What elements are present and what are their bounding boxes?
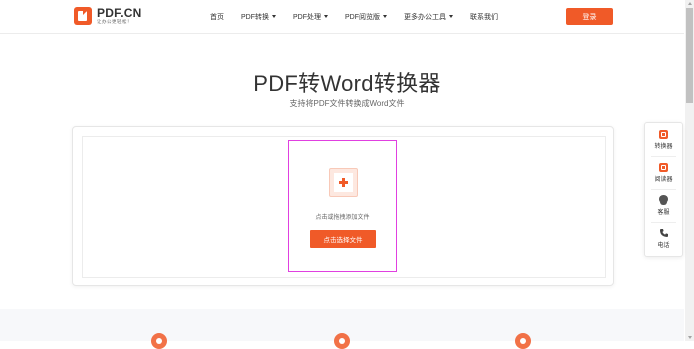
- converter-icon: [659, 129, 668, 139]
- scroll-down-icon[interactable]: [688, 336, 692, 339]
- feature-icon: [334, 333, 350, 349]
- float-item-customer-service[interactable]: 客服: [645, 189, 682, 222]
- site-logo[interactable]: PDF.CN 让办公更轻松！: [74, 7, 142, 25]
- page-title: PDF转Word转换器: [253, 71, 441, 96]
- phone-icon: [659, 229, 668, 237]
- main-nav: 首页 PDF转换 PDF处理 PDF阅览版 更多办公工具 联系我们: [210, 0, 515, 33]
- customer-service-icon: [659, 195, 668, 205]
- nav-item-contact[interactable]: 联系我们: [470, 12, 498, 22]
- drop-hint: 点击或拖拽添加文件: [315, 215, 370, 221]
- file-drop-zone[interactable]: 点击或拖拽添加文件 点击选择文件: [288, 140, 397, 272]
- feature-icon: [151, 333, 167, 349]
- caret-down-icon: [383, 15, 387, 18]
- logo-slogan: 让办公更轻松！: [97, 19, 132, 25]
- float-item-reader[interactable]: 阅读器: [645, 156, 682, 189]
- nav-item-more-tools[interactable]: 更多办公工具: [404, 12, 453, 22]
- page-scrollbar[interactable]: [685, 0, 694, 341]
- logo-name: PDF.CN: [97, 6, 142, 21]
- upload-area: 点击或拖拽添加文件 点击选择文件: [82, 136, 606, 278]
- feature-icon: [515, 333, 531, 349]
- side-float-bar: 转换器 阅读器 客服 电话: [644, 122, 683, 257]
- nav-item-pdf-reader[interactable]: PDF阅览版: [345, 12, 387, 22]
- top-header: PDF.CN 让办公更轻松！ 首页 PDF转换 PDF处理 PDF阅览版 更多办…: [0, 0, 684, 34]
- page-subtitle: 支持将PDF文件转换成Word文件: [289, 99, 405, 108]
- reader-icon: [659, 162, 668, 172]
- nav-item-home[interactable]: 首页: [210, 12, 224, 22]
- login-button[interactable]: 登录: [566, 8, 613, 25]
- nav-item-pdf-process[interactable]: PDF处理: [293, 12, 328, 22]
- upload-card: 点击或拖拽添加文件 点击选择文件: [72, 126, 614, 286]
- caret-down-icon: [272, 15, 276, 18]
- scroll-up-icon[interactable]: [688, 2, 692, 5]
- caret-down-icon: [449, 15, 453, 18]
- caret-down-icon: [324, 15, 328, 18]
- logo-icon: [74, 7, 92, 25]
- choose-file-button[interactable]: 点击选择文件: [310, 230, 376, 248]
- add-file-icon[interactable]: [329, 168, 358, 197]
- float-item-phone[interactable]: 电话: [645, 222, 682, 255]
- float-item-converter[interactable]: 转换器: [645, 123, 682, 156]
- nav-item-pdf-convert[interactable]: PDF转换: [241, 12, 276, 22]
